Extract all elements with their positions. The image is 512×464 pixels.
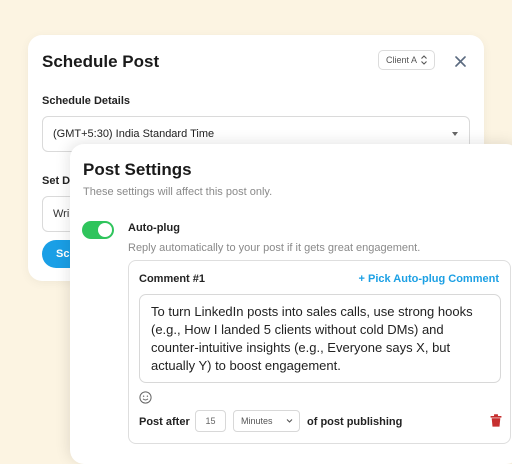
emoji-icon[interactable] xyxy=(139,391,152,404)
post-after-label: Post after xyxy=(139,416,190,428)
delay-unit-select[interactable]: Minutes xyxy=(233,410,300,432)
post-after-suffix: of post publishing xyxy=(307,416,403,428)
auto-plug-label: Auto-plug xyxy=(128,222,180,234)
client-select-value: Client A xyxy=(386,55,418,65)
write-input-text: Wri xyxy=(53,208,70,220)
client-select[interactable]: Client A xyxy=(378,50,435,70)
delay-unit-value: Minutes xyxy=(241,416,273,426)
delay-number-input[interactable]: 15 xyxy=(195,410,226,432)
schedule-button-label: Sc xyxy=(56,248,70,260)
close-button[interactable] xyxy=(452,53,468,69)
timezone-value: (GMT+5:30) India Standard Time xyxy=(53,128,215,140)
pick-auto-plug-comment-link[interactable]: + Pick Auto-plug Comment xyxy=(359,273,499,285)
chevron-down-icon xyxy=(286,419,293,423)
caret-down-icon xyxy=(452,132,458,136)
toggle-knob xyxy=(98,223,112,237)
close-icon xyxy=(454,55,466,67)
set-date-label: Set D xyxy=(42,175,71,187)
comment-textarea[interactable]: To turn LinkedIn posts into sales calls,… xyxy=(139,294,501,383)
schedule-details-label: Schedule Details xyxy=(42,95,131,107)
post-settings-panel: Post Settings These settings will affect… xyxy=(70,144,512,464)
delay-number-value: 15 xyxy=(205,416,216,426)
comment-title: Comment #1 xyxy=(139,273,206,285)
post-settings-subtitle: These settings will affect this post onl… xyxy=(83,186,273,198)
trash-icon[interactable] xyxy=(490,414,502,427)
auto-plug-description: Reply automatically to your post if it g… xyxy=(128,242,421,254)
updown-chevron-icon xyxy=(421,55,427,65)
comment-card: Comment #1 + Pick Auto-plug Comment To t… xyxy=(128,260,511,444)
post-settings-title: Post Settings xyxy=(83,160,192,179)
schedule-post-title: Schedule Post xyxy=(42,52,160,71)
auto-plug-toggle[interactable] xyxy=(82,221,114,239)
